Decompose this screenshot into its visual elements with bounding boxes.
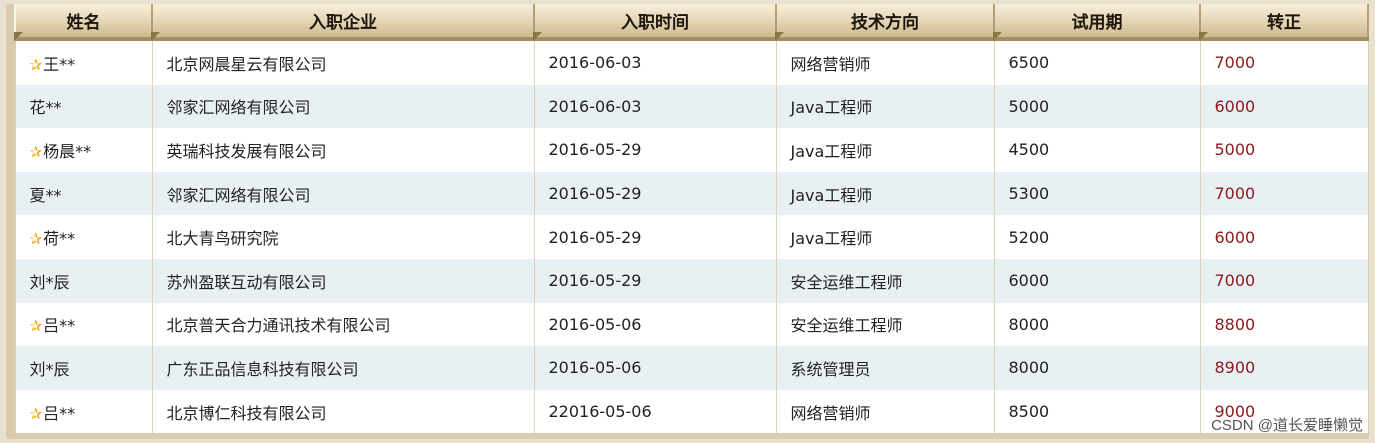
- cell-direction: 安全运维工程师: [775, 302, 994, 347]
- cell-company: 英瑞科技发展有限公司: [151, 128, 534, 172]
- cell-probation: 5300: [993, 171, 1200, 216]
- cell-name: ✰王**: [14, 39, 152, 85]
- cell-probation: 6500: [993, 39, 1200, 85]
- col-header-direction[interactable]: 技术方向: [775, 4, 995, 41]
- cell-name: ✰杨晨**: [14, 128, 152, 172]
- name-text: 王**: [43, 54, 76, 74]
- cell-regular: 7000: [1199, 39, 1368, 85]
- cell-company: 苏州盈联互动有限公司: [151, 258, 534, 303]
- cell-direction: 安全运维工程师: [775, 258, 994, 303]
- star-icon: ✰: [29, 142, 43, 161]
- star-icon: ✰: [29, 230, 43, 249]
- table-row[interactable]: 花** 邻家汇网络有限公司 2016-06-03 Java工程师 5000 6000: [14, 84, 1368, 129]
- cell-direction: Java工程师: [775, 215, 994, 259]
- cell-name: 花**: [14, 84, 152, 129]
- cell-name: ✰荷**: [14, 215, 152, 259]
- cell-probation: 8000: [993, 346, 1200, 390]
- header-row: 姓名 入职企业 入职时间 技术方向 试用期 转正: [14, 4, 1369, 41]
- star-icon: ✰: [29, 55, 43, 74]
- cell-probation: 8500: [993, 389, 1200, 434]
- watermark: CSDN @道长爱睡懒觉: [1211, 417, 1363, 434]
- cell-date: 2016-05-29: [533, 128, 776, 172]
- cell-regular: 6000: [1199, 215, 1368, 259]
- cell-name: ✰吕**: [14, 389, 152, 434]
- name-text: 杨晨**: [43, 141, 92, 161]
- cell-date: 22016-05-06: [533, 389, 776, 434]
- cell-date: 2016-06-03: [533, 84, 776, 129]
- table-row[interactable]: 刘*辰 苏州盈联互动有限公司 2016-05-29 安全运维工程师 6000 7000: [14, 258, 1368, 303]
- cell-date: 2016-05-06: [533, 346, 776, 390]
- table-row[interactable]: ✰荷** 北大青鸟研究院 2016-05-29 Java工程师 5200 6000: [14, 215, 1368, 259]
- cell-probation: 4500: [993, 128, 1200, 172]
- table-row[interactable]: ✰杨晨** 英瑞科技发展有限公司 2016-05-29 Java工程师 4500 5000: [14, 128, 1368, 172]
- cell-probation: 5200: [993, 215, 1200, 259]
- cell-company: 北京网晨星云有限公司: [151, 39, 534, 85]
- cell-regular: 7000: [1199, 171, 1368, 216]
- name-text: 刘*辰: [29, 272, 70, 292]
- cell-date: 2016-05-29: [533, 258, 776, 303]
- name-text: 荷**: [43, 229, 76, 249]
- col-header-regular[interactable]: 转正: [1199, 4, 1369, 41]
- table-row[interactable]: ✰吕** 北京博仁科技有限公司 22016-05-06 网络营销师 8500 9000: [14, 389, 1368, 434]
- cell-date: 2016-05-29: [533, 171, 776, 216]
- cell-name: 刘*辰: [14, 258, 152, 303]
- cell-regular: 7000: [1199, 258, 1368, 303]
- cell-regular: 6000: [1199, 84, 1368, 129]
- cell-direction: 系统管理员: [775, 346, 994, 390]
- name-text: 刘*辰: [29, 359, 70, 379]
- cell-regular: 8800: [1199, 302, 1368, 347]
- cell-direction: Java工程师: [775, 84, 994, 129]
- star-icon: ✰: [29, 404, 43, 423]
- cell-direction: 网络营销师: [775, 389, 994, 434]
- table-row[interactable]: 刘*辰 广东正品信息科技有限公司 2016-05-06 系统管理员 8000 8900: [14, 346, 1368, 390]
- cell-direction: Java工程师: [775, 128, 994, 172]
- cell-company: 邻家汇网络有限公司: [151, 84, 534, 129]
- cell-company: 北京博仁科技有限公司: [151, 389, 534, 434]
- cell-date: 2016-05-29: [533, 215, 776, 259]
- cell-probation: 8000: [993, 302, 1200, 347]
- table-row[interactable]: ✰吕** 北京普天合力通讯技术有限公司 2016-05-06 安全运维工程师 8000 8…: [14, 302, 1368, 347]
- star-icon: ✰: [29, 317, 43, 336]
- col-header-date[interactable]: 入职时间: [533, 4, 777, 41]
- cell-company: 邻家汇网络有限公司: [151, 171, 534, 216]
- cell-company: 北京普天合力通讯技术有限公司: [151, 302, 534, 347]
- name-text: 花**: [29, 98, 62, 118]
- cell-name: 刘*辰: [14, 346, 152, 390]
- cell-name: 夏**: [14, 171, 152, 216]
- cell-probation: 5000: [993, 84, 1200, 129]
- cell-direction: 网络营销师: [775, 39, 994, 85]
- cell-company: 北大青鸟研究院: [151, 215, 534, 259]
- col-header-company[interactable]: 入职企业: [151, 4, 535, 41]
- cell-regular: 8900: [1199, 346, 1368, 390]
- table-row[interactable]: ✰王** 北京网晨星云有限公司 2016-06-03 网络营销师 6500 7000: [14, 39, 1368, 85]
- name-text: 吕**: [43, 403, 76, 423]
- cell-date: 2016-05-06: [533, 302, 776, 347]
- cell-name: ✰吕**: [14, 302, 152, 347]
- cell-date: 2016-06-03: [533, 39, 776, 85]
- name-text: 夏**: [29, 185, 62, 205]
- cell-direction: Java工程师: [775, 171, 994, 216]
- employment-table: 姓名 入职企业 入职时间 技术方向 试用期 转正 ✰王** 北京网晨星云有限公司 2…: [14, 4, 1369, 434]
- cell-probation: 6000: [993, 258, 1200, 303]
- cell-regular: 5000: [1199, 128, 1368, 172]
- col-header-probation[interactable]: 试用期: [993, 4, 1201, 41]
- table-row[interactable]: 夏** 邻家汇网络有限公司 2016-05-29 Java工程师 5300 7000: [14, 171, 1368, 216]
- cell-company: 广东正品信息科技有限公司: [151, 346, 534, 390]
- col-header-name[interactable]: 姓名: [14, 4, 153, 41]
- name-text: 吕**: [43, 316, 76, 336]
